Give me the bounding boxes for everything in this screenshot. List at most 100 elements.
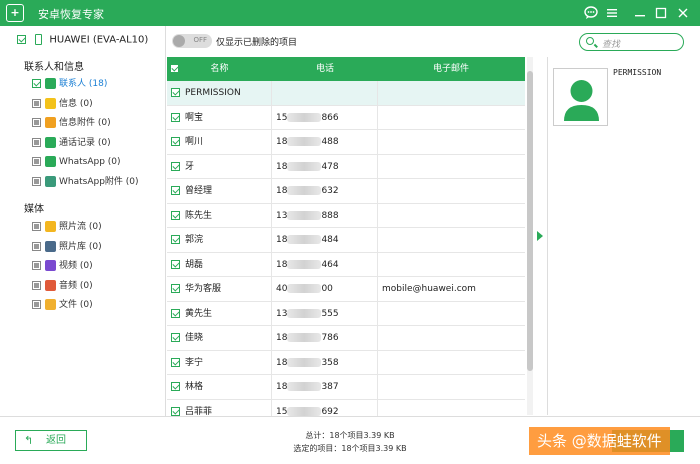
row-checkbox[interactable] bbox=[171, 210, 180, 220]
table-row[interactable]: 陈先生 13 888 bbox=[167, 203, 525, 228]
sidebar-item-audio[interactable]: 音频 (0) bbox=[32, 278, 93, 294]
sidebar-item-checkbox[interactable] bbox=[32, 241, 41, 251]
row-checkbox[interactable] bbox=[171, 259, 180, 269]
sidebar-item-message[interactable]: 信息 (0) bbox=[32, 96, 93, 112]
table-row[interactable]: 牙 18 478 bbox=[167, 154, 525, 179]
cell-email bbox=[378, 302, 524, 326]
panel-toggle-arrow-icon[interactable] bbox=[537, 231, 543, 241]
row-checkbox[interactable] bbox=[171, 284, 180, 293]
sidebar-item-contacts[interactable]: 联系人 (18) bbox=[32, 76, 107, 92]
select-all-checkbox[interactable] bbox=[170, 64, 179, 73]
table-scrollbar[interactable] bbox=[527, 57, 533, 415]
row-checkbox[interactable] bbox=[171, 357, 180, 367]
deleted-only-toggle[interactable]: OFF bbox=[172, 34, 212, 48]
cell-email bbox=[378, 351, 524, 375]
column-header-email[interactable]: 电子邮件 bbox=[378, 57, 524, 81]
close-icon[interactable] bbox=[674, 4, 692, 22]
chat-icon[interactable] bbox=[582, 4, 600, 22]
sidebar-item-file[interactable]: 文件 (0) bbox=[32, 297, 93, 313]
row-checkbox[interactable] bbox=[171, 137, 180, 146]
maximize-icon[interactable] bbox=[652, 4, 670, 22]
search-input[interactable]: 查找 bbox=[602, 37, 620, 50]
cell-email bbox=[378, 81, 524, 105]
sidebar-item-label: 视频 (0) bbox=[59, 261, 93, 271]
device-checkbox[interactable] bbox=[17, 35, 26, 44]
row-checkbox[interactable] bbox=[171, 333, 180, 342]
cell-phone: 18 786 bbox=[272, 326, 378, 350]
sidebar-item-whatsapp[interactable]: WhatsApp (0) bbox=[32, 154, 121, 170]
cell-name: 胡磊 bbox=[167, 252, 272, 276]
table-row[interactable]: 华为客服 40 00 mobile@huawei.com bbox=[167, 277, 525, 302]
sidebar-item-checkbox[interactable] bbox=[32, 261, 41, 270]
column-header-name[interactable]: 名称 bbox=[167, 57, 272, 81]
table-row[interactable]: 黄先生 13 555 bbox=[167, 301, 525, 326]
sidebar-item-attachment[interactable]: 信息附件 (0) bbox=[32, 115, 111, 131]
sidebar-item-photo-library[interactable]: 照片库 (0) bbox=[32, 239, 102, 255]
row-checkbox[interactable] bbox=[171, 406, 180, 416]
table-row[interactable]: 林格 18 387 bbox=[167, 375, 525, 400]
footer: ↰ 返回 总计：18个项目3.39 KB 选定的项目：18个项目3.39 KB … bbox=[0, 416, 700, 464]
sidebar-item-checkbox[interactable] bbox=[32, 222, 41, 231]
sidebar-item-video[interactable]: 视频 (0) bbox=[32, 258, 93, 274]
table-body: PERMISSION 啊宝 15 866 啊川 18 488 牙 18 478 曾经理 18 632 陈先… bbox=[167, 81, 525, 424]
table-row[interactable]: 郭浣 18 484 bbox=[167, 228, 525, 253]
sidebar-item-whatsapp-attachment[interactable]: WhatsApp附件 (0) bbox=[32, 174, 139, 190]
sidebar-item-label: 信息附件 (0) bbox=[59, 118, 111, 128]
cell-email bbox=[378, 130, 524, 154]
cell-name: 李宁 bbox=[167, 350, 272, 374]
redacted-digits bbox=[287, 161, 322, 171]
row-checkbox[interactable] bbox=[171, 161, 180, 171]
row-checkbox[interactable] bbox=[171, 382, 180, 391]
redacted-digits bbox=[287, 112, 322, 122]
row-checkbox[interactable] bbox=[171, 308, 180, 318]
cell-name: 佳晓 bbox=[167, 326, 272, 350]
redacted-digits bbox=[287, 284, 322, 293]
sidebar-item-checkbox[interactable] bbox=[32, 137, 41, 147]
cell-email: mobile@huawei.com bbox=[382, 284, 476, 294]
row-checkbox[interactable] bbox=[171, 88, 180, 97]
sidebar-item-call-log[interactable]: 通话记录 (0) bbox=[32, 135, 111, 151]
cell-phone: 15 866 bbox=[272, 105, 378, 129]
row-checkbox[interactable] bbox=[171, 235, 180, 244]
table-row[interactable]: 曾经理 18 632 bbox=[167, 179, 525, 204]
cell-name: 曾经理 bbox=[167, 179, 272, 203]
row-checkbox[interactable] bbox=[171, 186, 180, 195]
row-checkbox[interactable] bbox=[171, 112, 180, 122]
cell-name: 啊川 bbox=[167, 130, 272, 154]
table-group-row[interactable]: PERMISSION bbox=[167, 81, 525, 106]
cell-email bbox=[378, 204, 524, 228]
app-title: 安卓恢复专家 bbox=[38, 8, 104, 21]
search-box[interactable]: 查找 bbox=[579, 33, 684, 51]
file-icon bbox=[45, 299, 56, 310]
minimize-icon[interactable] bbox=[631, 4, 649, 22]
watermark: 头条 @数据蛙软件 bbox=[529, 427, 670, 455]
table-row[interactable]: 李宁 18 358 bbox=[167, 350, 525, 375]
table-row[interactable]: 啊宝 15 866 bbox=[167, 105, 525, 130]
redacted-digits bbox=[287, 333, 322, 342]
contacts-table: 名称 电话 电子邮件 PERMISSION 啊宝 15 866 啊川 18 488 牙 18 47… bbox=[167, 57, 525, 424]
person-icon bbox=[564, 80, 599, 121]
sidebar-item-checkbox[interactable] bbox=[32, 98, 41, 108]
table-row[interactable]: 啊川 18 488 bbox=[167, 130, 525, 155]
scrollbar-thumb[interactable] bbox=[527, 71, 533, 371]
column-header-phone[interactable]: 电话 bbox=[272, 57, 378, 81]
cell-email bbox=[378, 326, 524, 350]
redacted-digits bbox=[287, 308, 322, 318]
sidebar-item-checkbox[interactable] bbox=[32, 79, 41, 88]
table-row[interactable]: 佳晓 18 786 bbox=[167, 326, 525, 351]
sidebar-item-photo-stream[interactable]: 照片流 (0) bbox=[32, 219, 102, 235]
search-icon bbox=[586, 37, 594, 45]
whatsapp-attachment-icon bbox=[45, 175, 56, 187]
sidebar-item-checkbox[interactable] bbox=[32, 157, 41, 166]
table-row[interactable]: 胡磊 18 464 bbox=[167, 252, 525, 277]
phone-icon bbox=[35, 34, 43, 45]
redacted-digits bbox=[287, 186, 322, 195]
sidebar-item-checkbox[interactable] bbox=[32, 280, 41, 290]
message-icon bbox=[45, 97, 56, 109]
sidebar-item-checkbox[interactable] bbox=[32, 300, 41, 309]
sidebar-item-checkbox[interactable] bbox=[32, 176, 41, 186]
sidebar-item-checkbox[interactable] bbox=[32, 118, 41, 127]
cell-phone: 18 484 bbox=[272, 228, 378, 252]
menu-icon[interactable] bbox=[603, 4, 621, 22]
device-row[interactable]: HUAWEI (EVA-AL10) bbox=[17, 34, 148, 46]
